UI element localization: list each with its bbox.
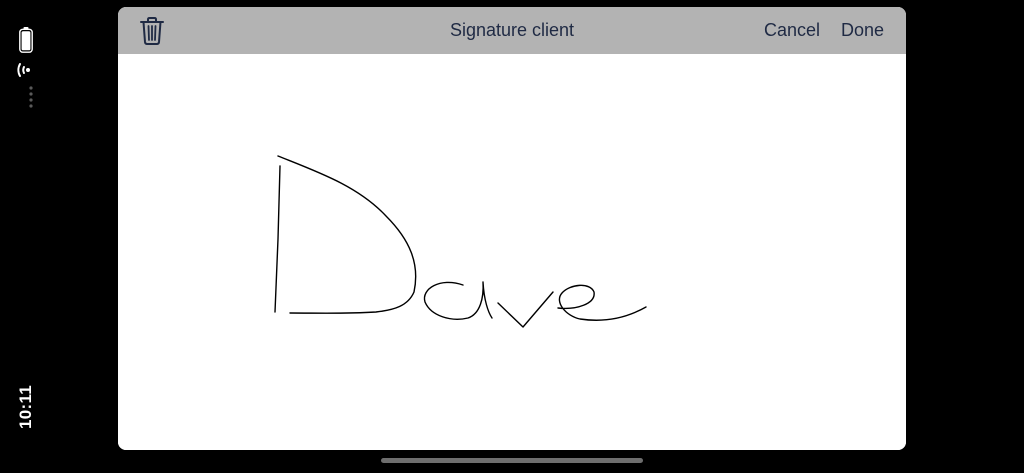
home-indicator[interactable] xyxy=(381,458,643,463)
done-button[interactable]: Done xyxy=(841,7,884,54)
navigation-bar: Signature client Cancel Done xyxy=(118,7,906,54)
signature-drawing xyxy=(274,155,647,328)
cellular-dots-icon xyxy=(29,86,33,108)
trash-icon xyxy=(140,17,164,45)
device-screen: 10:11 Signature client Cancel Done xyxy=(0,0,1024,473)
status-time: 10:11 xyxy=(16,384,35,430)
cancel-button[interactable]: Cancel xyxy=(764,7,820,54)
delete-signature-button[interactable] xyxy=(138,16,166,46)
signature-canvas[interactable] xyxy=(118,54,906,450)
wifi-icon xyxy=(17,63,30,77)
battery-icon xyxy=(19,27,33,53)
signature-sheet: Signature client Cancel Done xyxy=(118,7,906,450)
status-bar: 10:11 xyxy=(0,0,52,473)
